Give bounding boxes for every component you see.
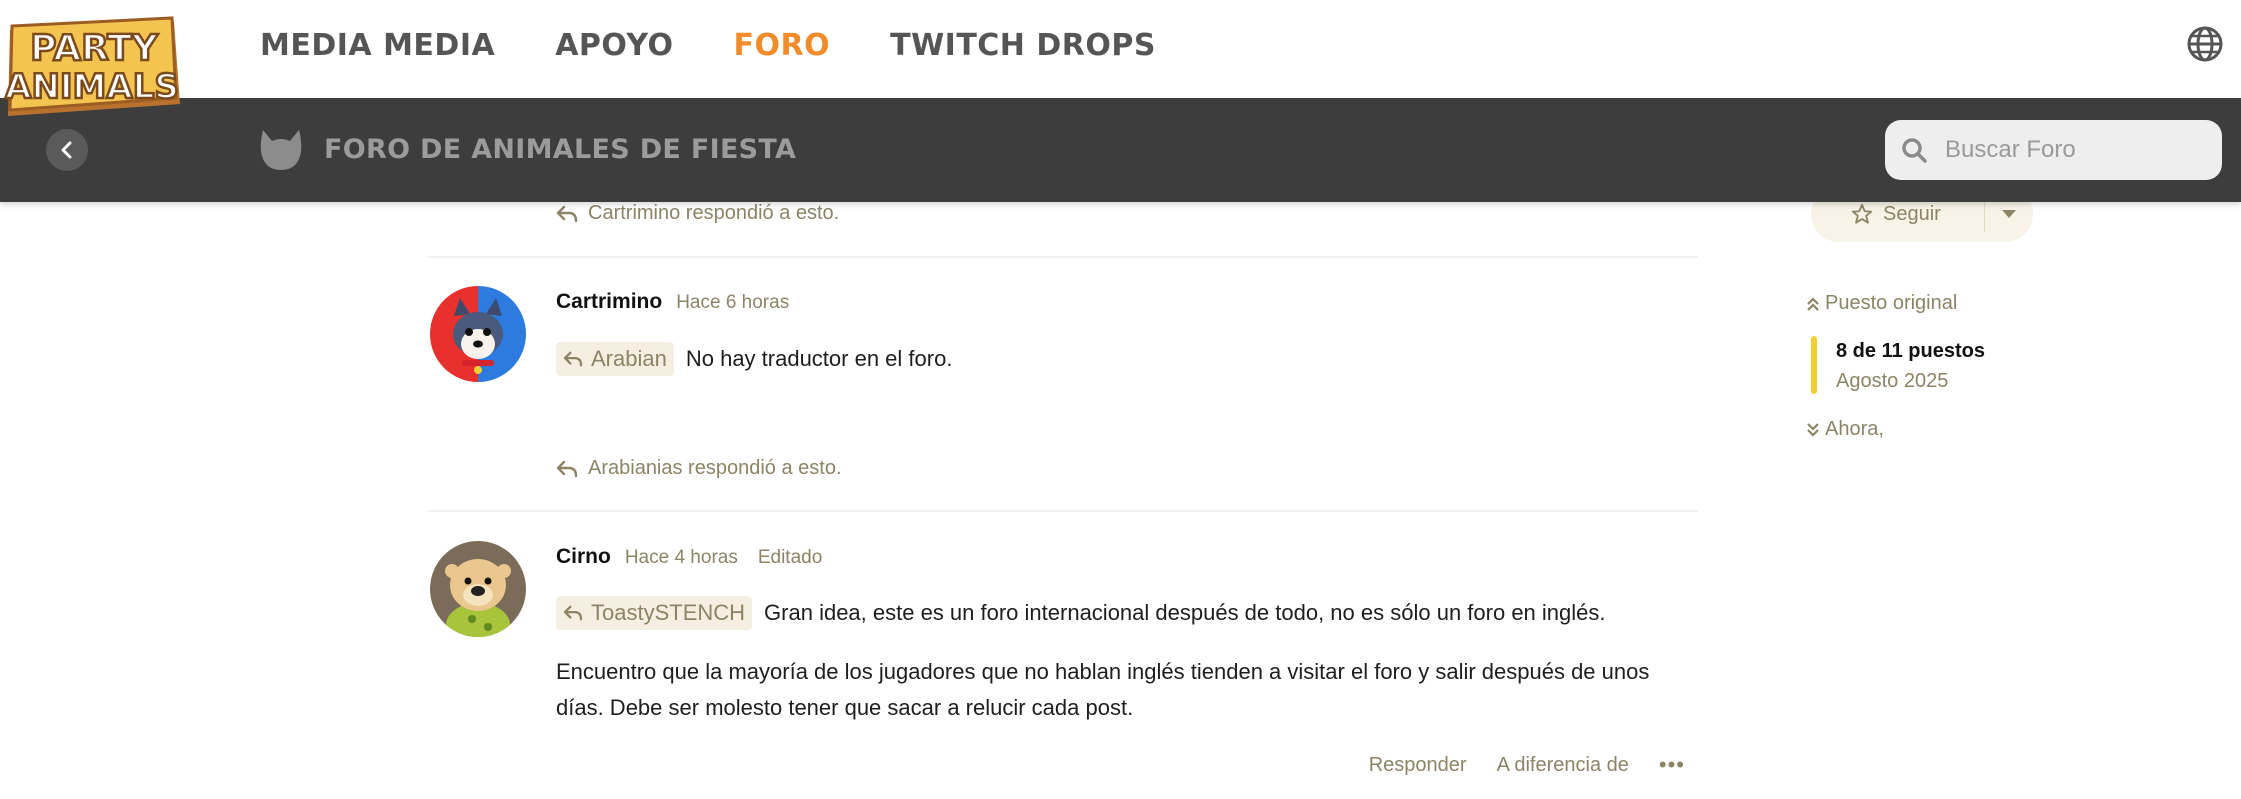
chevron-left-icon (61, 141, 72, 159)
post-time[interactable]: Hace 6 horas (676, 292, 789, 314)
post-author[interactable]: Cirno (556, 545, 611, 569)
logo-text-party: PARTY (30, 28, 159, 69)
timeline-original-label: Puesto original (1825, 292, 1958, 314)
avatar[interactable] (430, 541, 526, 637)
timeline-position-bar[interactable] (1811, 336, 1817, 394)
nav-support[interactable]: APOYO (555, 28, 673, 63)
back-button[interactable] (46, 129, 88, 171)
post-text: No hay traductor en el foro. (685, 346, 953, 371)
post-body-line: Arabian No hay traductor en el foro. (556, 342, 952, 376)
post-body-line: ToastySTENCH Gran idea, este es un foro … (556, 596, 1606, 630)
timeline-post-count: 8 de 11 puestos (1836, 340, 1985, 362)
search-icon (1902, 138, 1927, 163)
main-nav: MEDIA MEDIA APOYO FORO TWITCH DROPS (260, 0, 1156, 90)
more-options-icon[interactable]: ••• (1659, 752, 1685, 778)
reply-arrow-icon (563, 605, 583, 621)
caret-down-icon (2002, 210, 2016, 218)
reply-button[interactable]: Responder (1369, 754, 1467, 777)
top-navigation: MEDIA MEDIA APOYO FORO TWITCH DROPS (0, 0, 2241, 98)
forum-title: FORO DE ANIMALES DE FIESTA (324, 134, 797, 165)
post-author[interactable]: Cartrimino (556, 290, 662, 314)
reply-arrow-icon (556, 460, 578, 477)
follow-label: Seguir (1883, 202, 1941, 225)
reply-to-chip[interactable]: ToastySTENCH (556, 596, 753, 630)
post-paragraph: Encuentro que la mayoría de los jugadore… (556, 659, 1650, 720)
post-divider (428, 256, 1698, 258)
timeline-original-post[interactable]: Puesto original (1806, 292, 1957, 315)
double-chevron-up-icon (1807, 296, 1819, 311)
forum-header-bar: FORO DE ANIMALES DE FIESTA (0, 98, 2241, 202)
reply-to-name: ToastySTENCH (591, 600, 746, 625)
reply-arrow-icon (556, 205, 578, 222)
post-divider (428, 510, 1698, 512)
party-animals-logo[interactable]: PARTY ANIMALS (2, 12, 182, 128)
timeline-date: Agosto 2025 (1836, 370, 1949, 392)
post-text: Gran idea, este es un foro internacional… (764, 600, 1606, 625)
nav-forum[interactable]: FORO (734, 28, 831, 63)
edited-badge[interactable]: Editado (758, 547, 822, 569)
star-icon (1851, 203, 1873, 224)
nav-twitch-drops[interactable]: TWITCH DROPS (890, 28, 1156, 63)
avatar[interactable] (430, 286, 526, 382)
timeline-now[interactable]: Ahora, (1806, 418, 1884, 441)
search-box[interactable] (1885, 120, 2222, 180)
post-meta: Cirno Hace 4 horas Editado (556, 545, 822, 569)
double-chevron-down-icon (1807, 422, 1819, 437)
post-time[interactable]: Hace 4 horas (625, 547, 738, 569)
globe-icon[interactable] (2185, 24, 2225, 64)
reply-arrow-icon (563, 351, 583, 367)
replied-note-text: Arabianias respondió a esto. (588, 457, 842, 479)
replied-note-text: Cartrimino respondió a esto. (588, 202, 840, 224)
timeline-now-label: Ahora, (1825, 418, 1884, 440)
nav-media[interactable]: MEDIA MEDIA (260, 28, 495, 63)
animal-head-icon (260, 130, 302, 170)
reply-to-name: Arabian (591, 346, 667, 371)
search-input[interactable] (1945, 136, 2205, 164)
logo-text-animals: ANIMALS (5, 67, 179, 107)
replied-note[interactable]: Arabianias respondió a esto. (556, 457, 842, 480)
reply-to-chip[interactable]: Arabian (556, 342, 674, 376)
replied-note[interactable]: Cartrimino respondió a esto. (556, 202, 839, 225)
like-button[interactable]: A diferencia de (1497, 754, 1629, 777)
post-actions: Responder A diferencia de ••• (1369, 752, 1685, 778)
post-meta: Cartrimino Hace 6 horas (556, 290, 789, 314)
